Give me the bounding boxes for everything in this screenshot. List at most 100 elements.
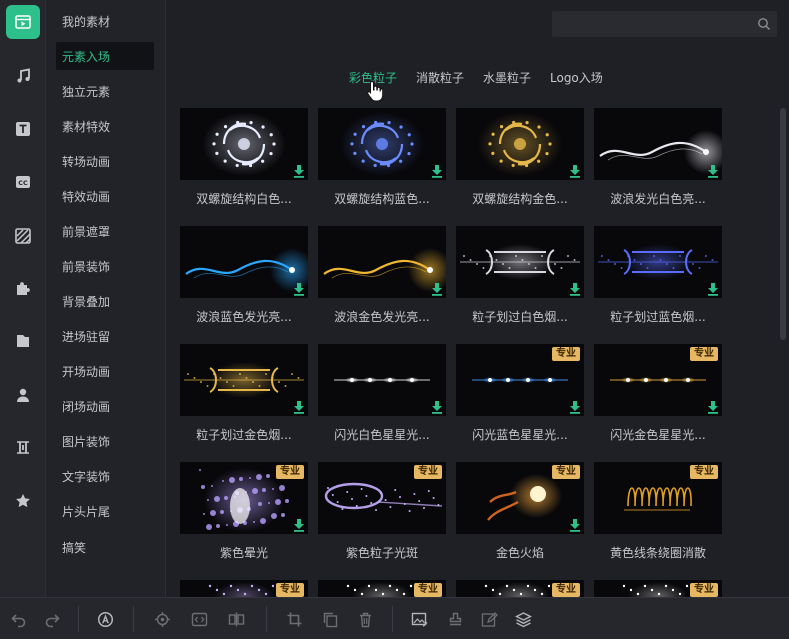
download-icon[interactable] xyxy=(292,164,306,178)
asset-thumbnail[interactable] xyxy=(594,108,722,180)
asset-thumbnail[interactable] xyxy=(318,226,446,298)
asset-card[interactable]: 粒子划过蓝色烟... xyxy=(594,226,722,324)
download-icon[interactable] xyxy=(568,282,582,296)
download-icon[interactable] xyxy=(706,282,720,296)
asset-card[interactable]: 专业 闪光蓝色星星光... xyxy=(456,344,584,442)
category-item[interactable]: 闭场动画 xyxy=(56,392,154,420)
category-item[interactable]: 搞笑 xyxy=(56,533,154,561)
download-icon[interactable] xyxy=(706,400,720,414)
tab-2[interactable]: 消散粒子 xyxy=(416,69,464,86)
asset-thumbnail[interactable] xyxy=(180,344,308,416)
search-input[interactable] xyxy=(552,11,777,37)
category-item[interactable]: 文字装饰 xyxy=(56,462,154,490)
category-item[interactable]: 我的素材 xyxy=(56,7,154,35)
asset-thumbnail[interactable]: 专业 xyxy=(594,462,722,534)
pro-badge: 专业 xyxy=(690,347,718,361)
category-item[interactable]: 前景遮罩 xyxy=(56,217,154,245)
rail-folder-button[interactable] xyxy=(3,323,43,359)
asset-thumbnail[interactable]: 专业 xyxy=(180,462,308,534)
asset-thumbnail[interactable]: 专业 xyxy=(456,462,584,534)
download-icon[interactable] xyxy=(430,400,444,414)
download-icon[interactable] xyxy=(430,282,444,296)
asset-card[interactable]: 专业 xyxy=(318,580,446,597)
category-item[interactable]: 特效动画 xyxy=(56,182,154,210)
download-icon[interactable] xyxy=(430,164,444,178)
asset-card[interactable]: 粒子划过金色烟... xyxy=(180,344,308,442)
asset-thumbnail[interactable]: 专业 xyxy=(456,580,584,597)
rail-subtitle-cc-button[interactable]: CC xyxy=(3,164,43,200)
asset-thumbnail[interactable] xyxy=(456,108,584,180)
stamp-button[interactable] xyxy=(445,609,465,629)
rail-music-note-button[interactable] xyxy=(3,58,43,94)
asset-card[interactable]: 闪光白色星星光... xyxy=(318,344,446,442)
asset-card[interactable]: 波浪发光白色亮... xyxy=(594,108,722,206)
asset-card[interactable]: 专业 闪光金色星星光... xyxy=(594,344,722,442)
auto-a-button[interactable] xyxy=(95,609,115,629)
scrollbar[interactable] xyxy=(780,108,786,340)
asset-card[interactable]: 专业 紫色粒子光斑 xyxy=(318,462,446,560)
download-icon[interactable] xyxy=(568,400,582,414)
download-icon[interactable] xyxy=(292,518,306,532)
asset-thumbnail[interactable]: 专业 xyxy=(180,580,308,597)
asset-thumbnail[interactable] xyxy=(318,108,446,180)
category-item[interactable]: 素材特效 xyxy=(56,112,154,140)
asset-card[interactable]: 专业 金色火焰 xyxy=(456,462,584,560)
category-item[interactable]: 开场动画 xyxy=(56,357,154,385)
rail-person-button[interactable] xyxy=(3,377,43,413)
download-icon[interactable] xyxy=(568,518,582,532)
rail-star-button[interactable] xyxy=(3,483,43,519)
delete-button[interactable] xyxy=(355,609,375,629)
asset-card[interactable]: 双螺旋结构白色... xyxy=(180,108,308,206)
category-item[interactable]: 元素入场 xyxy=(56,42,154,70)
category-item[interactable]: 片头片尾 xyxy=(56,497,154,525)
asset-thumbnail[interactable]: 专业 xyxy=(594,344,722,416)
asset-card[interactable]: 粒子划过白色烟... xyxy=(456,226,584,324)
asset-card[interactable]: 波浪金色发光亮... xyxy=(318,226,446,324)
category-item[interactable]: 背景叠加 xyxy=(56,287,154,315)
category-item[interactable]: 独立元素 xyxy=(56,77,154,105)
split-button[interactable] xyxy=(226,609,246,629)
redo-button[interactable] xyxy=(42,609,62,629)
download-icon[interactable] xyxy=(706,164,720,178)
search-icon[interactable] xyxy=(757,17,771,31)
tab-3[interactable]: 水墨粒子 xyxy=(483,69,531,86)
asset-thumbnail[interactable]: 专业 xyxy=(456,344,584,416)
asset-thumbnail[interactable]: 专业 xyxy=(594,580,722,597)
asset-thumbnail[interactable]: 专业 xyxy=(318,580,446,597)
asset-thumbnail[interactable]: 专业 xyxy=(318,462,446,534)
undo-button[interactable] xyxy=(8,609,28,629)
asset-card[interactable]: 专业 黄色线条绕圈消散 xyxy=(594,462,722,560)
category-item[interactable]: 转场动画 xyxy=(56,147,154,175)
rail-filter-stripes-button[interactable] xyxy=(3,218,43,254)
rail-puzzle-button[interactable] xyxy=(3,270,43,306)
asset-thumbnail[interactable] xyxy=(180,108,308,180)
category-item[interactable]: 进场驻留 xyxy=(56,322,154,350)
layers-button[interactable] xyxy=(513,609,533,629)
crop-button[interactable] xyxy=(284,609,304,629)
rail-pitch-slider-button[interactable] xyxy=(3,429,43,465)
asset-thumbnail[interactable] xyxy=(456,226,584,298)
pencil-button[interactable] xyxy=(479,609,499,629)
asset-card[interactable]: 双螺旋结构蓝色... xyxy=(318,108,446,206)
category-item[interactable]: 前景装饰 xyxy=(56,252,154,280)
asset-card[interactable]: 双螺旋结构金色... xyxy=(456,108,584,206)
asset-card[interactable]: 专业 xyxy=(180,580,308,597)
asset-thumbnail[interactable] xyxy=(180,226,308,298)
asset-card[interactable]: 专业 xyxy=(456,580,584,597)
target-button[interactable] xyxy=(152,609,172,629)
asset-thumbnail[interactable] xyxy=(318,344,446,416)
download-icon[interactable] xyxy=(292,282,306,296)
asset-card[interactable]: 专业 xyxy=(594,580,722,597)
rail-video-clip-button[interactable] xyxy=(3,4,43,40)
copy-button[interactable] xyxy=(320,609,340,629)
tab-4[interactable]: Logo入场 xyxy=(550,69,603,86)
asset-thumbnail[interactable] xyxy=(594,226,722,298)
download-icon[interactable] xyxy=(568,164,582,178)
rail-text-button[interactable] xyxy=(3,111,43,147)
category-item[interactable]: 图片装饰 xyxy=(56,427,154,455)
download-icon[interactable] xyxy=(292,400,306,414)
code-brackets-button[interactable] xyxy=(189,609,209,629)
image-edit-button[interactable] xyxy=(409,609,429,629)
asset-card[interactable]: 波浪蓝色发光亮... xyxy=(180,226,308,324)
asset-card[interactable]: 专业 紫色晕光 xyxy=(180,462,308,560)
